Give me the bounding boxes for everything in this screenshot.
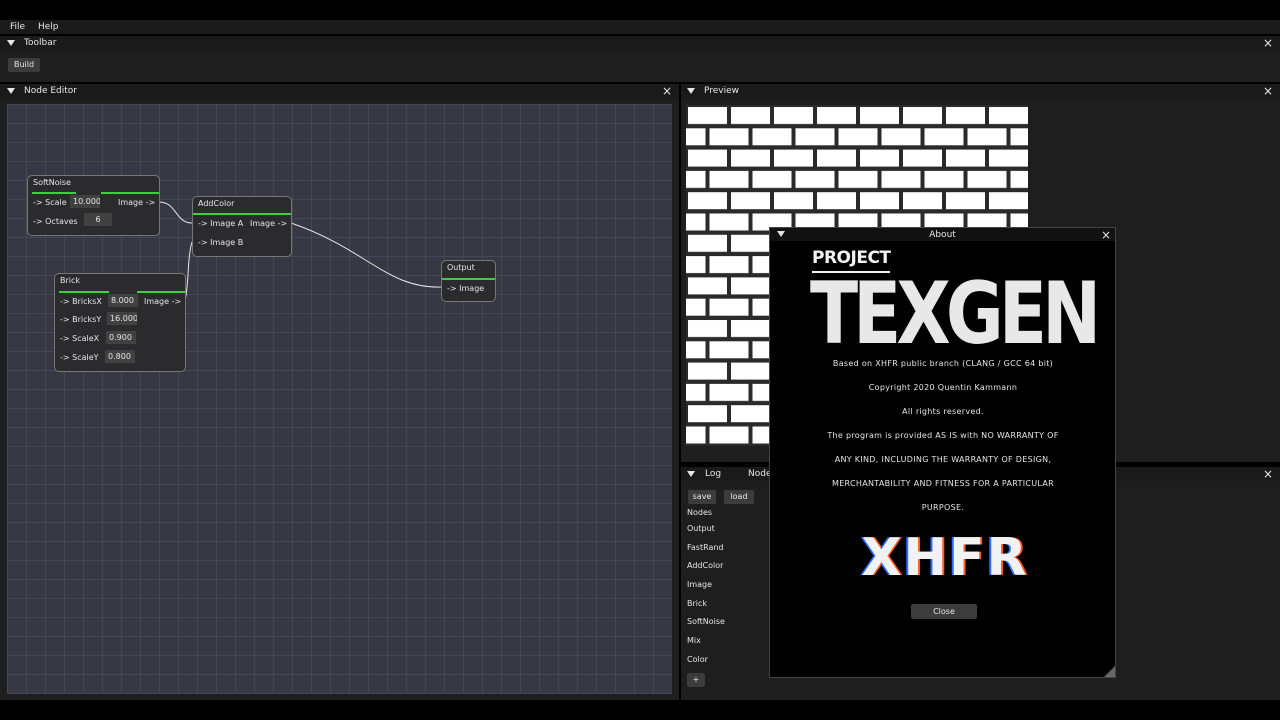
node-title: Brick [60, 276, 81, 285]
node-title-underline [193, 213, 291, 215]
about-dialog: About × PROJECT TEXGEN Based on XHFR pub… [769, 227, 1116, 678]
about-line: All rights reserved. [902, 407, 984, 416]
scalex-field[interactable]: 0.900 [106, 331, 136, 344]
tab-log[interactable]: Log [705, 467, 721, 481]
input-scale-label: -> Scale [33, 198, 67, 207]
output-image-port[interactable]: Image -> [144, 297, 181, 306]
node-title-underline [59, 291, 109, 293]
menu-file[interactable]: File [10, 20, 25, 34]
input-bricksy-label: -> BricksY [60, 315, 102, 324]
node-softnoise[interactable]: SoftNoise -> Scale 10.000 Image -> -> Oc… [27, 175, 160, 236]
close-icon[interactable]: × [1262, 84, 1274, 98]
bricksy-field[interactable]: 16.000 [107, 312, 137, 325]
tab-node[interactable]: Node [748, 467, 772, 481]
add-node-button[interactable]: + [687, 673, 705, 687]
toolbar-window: Toolbar × Build [0, 36, 1280, 82]
close-icon[interactable]: × [1262, 467, 1274, 481]
close-icon[interactable]: × [661, 84, 673, 98]
link-addcolor-output [290, 222, 443, 288]
node-editor-titlebar: Node Editor × [0, 84, 679, 98]
input-image-a-port[interactable]: -> Image A [198, 219, 243, 228]
preview-title: Preview [704, 86, 740, 96]
output-image-port[interactable]: Image -> [250, 219, 287, 228]
collapse-triangle-icon[interactable] [687, 88, 695, 94]
node-title: AddColor [198, 199, 235, 208]
about-titlebar: About × [770, 228, 1115, 242]
node-list-item[interactable]: Mix [687, 636, 701, 645]
node-list-item[interactable]: Output [687, 524, 715, 533]
node-editor-window: Node Editor × SoftNoise -> Scale 10.000 … [0, 84, 679, 700]
node-list-item[interactable]: FastRand [687, 543, 724, 552]
xhfr-logo: XHFR [861, 528, 1029, 588]
input-image-b-port[interactable]: -> Image B [198, 238, 243, 247]
about-line: MERCHANTABILITY AND FITNESS FOR A PARTIC… [832, 479, 1054, 488]
node-output[interactable]: Output -> Image [441, 260, 496, 302]
node-addcolor[interactable]: AddColor -> Image A Image -> -> Image B [192, 196, 292, 257]
input-image-port[interactable]: -> Image [447, 284, 484, 293]
resize-grip-icon[interactable] [1104, 666, 1115, 677]
close-button[interactable]: Close [911, 604, 977, 619]
node-list-item[interactable]: Image [687, 580, 712, 589]
bricksx-field[interactable]: 8.000 [108, 294, 138, 307]
link-brick-addcolor [184, 241, 193, 301]
input-octaves-label: -> Octaves [33, 217, 78, 226]
collapse-triangle-icon[interactable] [687, 471, 695, 477]
close-icon[interactable]: × [1100, 228, 1112, 242]
logo-texgen-text: TEXGEN [810, 264, 1101, 364]
octaves-field[interactable]: 6 [84, 213, 112, 226]
load-button[interactable]: load [724, 490, 754, 504]
about-line: PURPOSE. [921, 503, 965, 512]
node-list-item[interactable]: Color [687, 655, 708, 664]
toolbar-title: Toolbar [24, 38, 57, 48]
node-editor-title: Node Editor [24, 86, 77, 96]
node-brick[interactable]: Brick -> BricksX 8.000 Image -> -> Brick… [54, 273, 186, 372]
save-button[interactable]: save [688, 490, 716, 504]
node-title-underline [442, 278, 495, 280]
node-list-item[interactable]: AddColor [687, 561, 723, 570]
nodes-section-label: Nodes [687, 508, 713, 517]
about-title: About [929, 230, 956, 240]
toolbar-titlebar: Toolbar × [0, 36, 1280, 50]
node-title-underline [137, 291, 185, 293]
input-scaley-label: -> ScaleY [60, 353, 99, 362]
input-bricksx-label: -> BricksX [60, 297, 102, 306]
input-scalex-label: -> ScaleX [60, 334, 100, 343]
link-softnoise-addcolor [158, 201, 193, 224]
about-line: ANY KIND, INCLUDING THE WARRANTY OF DESI… [834, 455, 1052, 464]
node-title: SoftNoise [33, 178, 71, 187]
about-line: Copyright 2020 Quentin Kammann [868, 383, 1018, 392]
close-icon[interactable]: × [1262, 36, 1274, 50]
about-line: The program is provided AS IS with NO WA… [827, 431, 1059, 440]
node-list-item[interactable]: Brick [687, 599, 707, 608]
scale-field[interactable]: 10.000 [70, 195, 100, 208]
menu-bar: File Help [0, 20, 1280, 34]
output-image-port[interactable]: Image -> [118, 198, 155, 207]
menu-help[interactable]: Help [38, 20, 59, 34]
scaley-field[interactable]: 0.800 [105, 350, 135, 363]
build-button[interactable]: Build [8, 58, 40, 72]
node-title: Output [447, 263, 475, 272]
node-title-underline [32, 192, 76, 194]
preview-titlebar: Preview × [681, 84, 1280, 98]
node-canvas[interactable]: SoftNoise -> Scale 10.000 Image -> -> Oc… [7, 104, 672, 694]
node-list-item[interactable]: SoftNoise [687, 617, 725, 626]
about-line: Based on XHFR public branch (CLANG / GCC… [832, 359, 1054, 368]
collapse-triangle-icon[interactable] [7, 88, 15, 94]
collapse-triangle-icon[interactable] [7, 40, 15, 46]
node-title-underline [101, 192, 159, 194]
